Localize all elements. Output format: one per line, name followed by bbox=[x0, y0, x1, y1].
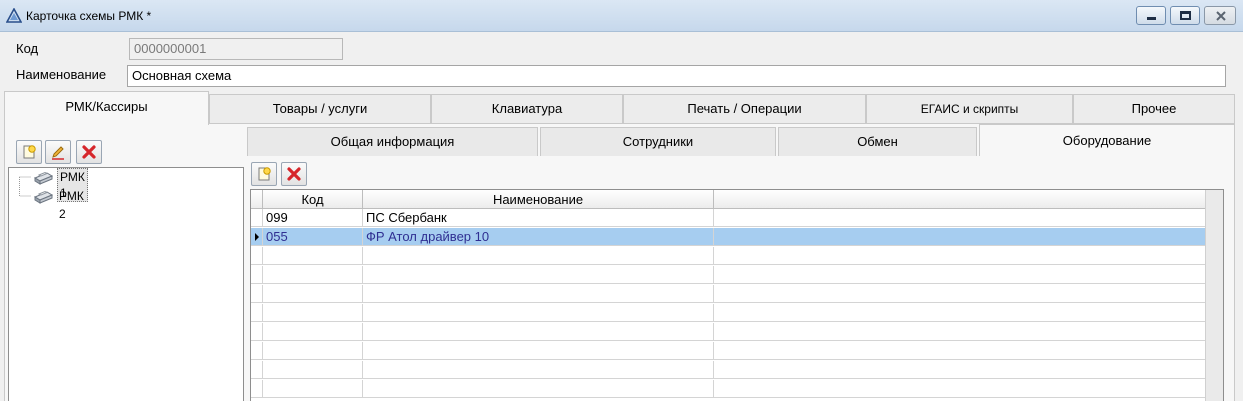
tree-item-label: РМК 2 bbox=[59, 189, 84, 221]
rmk-tree[interactable]: РМК 1 РМК 2 bbox=[8, 167, 244, 401]
printer-icon bbox=[33, 171, 53, 185]
column-header-code[interactable]: Код bbox=[263, 190, 363, 209]
table-row-empty bbox=[251, 247, 1205, 265]
current-row-arrow-icon bbox=[255, 233, 259, 241]
equipment-grid[interactable]: Код Наименование 099 ПС Сбербанк 055 ФР … bbox=[250, 189, 1224, 401]
name-field[interactable]: Основная схема bbox=[127, 65, 1226, 87]
column-header-name[interactable]: Наименование bbox=[363, 190, 714, 209]
app-logo-icon bbox=[6, 8, 22, 23]
add-equipment-button[interactable] bbox=[251, 162, 277, 186]
subtab-equipment[interactable]: Оборудование bbox=[979, 124, 1235, 156]
delete-x-icon bbox=[82, 145, 96, 159]
window-titlebar: Карточка схемы РМК * bbox=[0, 0, 1243, 32]
add-document-icon bbox=[258, 167, 271, 181]
cell-code: 099 bbox=[263, 209, 363, 227]
close-button[interactable] bbox=[1204, 6, 1236, 25]
table-row[interactable]: 099 ПС Сбербанк bbox=[251, 209, 1205, 227]
table-row-empty bbox=[251, 266, 1205, 284]
table-row-empty bbox=[251, 304, 1205, 322]
cell-name: ПС Сбербанк bbox=[363, 209, 714, 227]
delete-x-icon bbox=[287, 167, 301, 181]
code-field[interactable]: 0000000001 bbox=[129, 38, 343, 60]
table-row-empty bbox=[251, 342, 1205, 360]
add-document-icon bbox=[23, 145, 36, 159]
table-row-empty bbox=[251, 323, 1205, 341]
maximize-button[interactable] bbox=[1170, 6, 1200, 25]
edit-pencil-icon bbox=[52, 146, 64, 160]
restore-icon bbox=[1180, 11, 1191, 20]
row-indicator bbox=[251, 228, 263, 246]
table-row-empty bbox=[251, 380, 1205, 398]
grid-header: Код Наименование bbox=[251, 190, 1205, 209]
delete-equipment-button[interactable] bbox=[281, 162, 307, 186]
add-rmk-button[interactable] bbox=[16, 140, 42, 164]
tab-goods-services[interactable]: Товары / услуги bbox=[209, 94, 431, 124]
window-title: Карточка схемы РМК * bbox=[26, 9, 152, 23]
table-row-empty bbox=[251, 361, 1205, 379]
grid-corner bbox=[251, 190, 263, 209]
name-label: Наименование bbox=[16, 67, 107, 82]
minimize-button[interactable] bbox=[1136, 6, 1166, 25]
table-row[interactable]: 055 ФР Атол драйвер 10 bbox=[251, 228, 1205, 246]
tab-keyboard[interactable]: Клавиатура bbox=[431, 94, 623, 124]
printer-icon bbox=[33, 190, 53, 204]
row-indicator bbox=[251, 209, 263, 227]
tab-egais-scripts[interactable]: ЕГАИС и скрипты bbox=[866, 94, 1073, 124]
code-label: Код bbox=[16, 41, 39, 56]
cell-code: 055 bbox=[263, 228, 363, 246]
tab-other[interactable]: Прочее bbox=[1073, 94, 1235, 124]
tab-print-operations[interactable]: Печать / Операции bbox=[623, 94, 866, 124]
cell-name: ФР Атол драйвер 10 bbox=[363, 228, 714, 246]
edit-rmk-button[interactable] bbox=[45, 140, 71, 164]
table-row-empty bbox=[251, 285, 1205, 303]
grid-vertical-scrollbar[interactable] bbox=[1205, 190, 1223, 401]
close-icon bbox=[1216, 11, 1226, 21]
subtab-exchange[interactable]: Обмен bbox=[778, 127, 977, 156]
subtab-general-info[interactable]: Общая информация bbox=[247, 127, 538, 156]
tab-rmk-cashiers[interactable]: РМК/Кассиры bbox=[4, 91, 209, 125]
subtab-employees[interactable]: Сотрудники bbox=[540, 127, 776, 156]
minimize-icon bbox=[1147, 17, 1156, 20]
delete-rmk-button[interactable] bbox=[76, 140, 102, 164]
